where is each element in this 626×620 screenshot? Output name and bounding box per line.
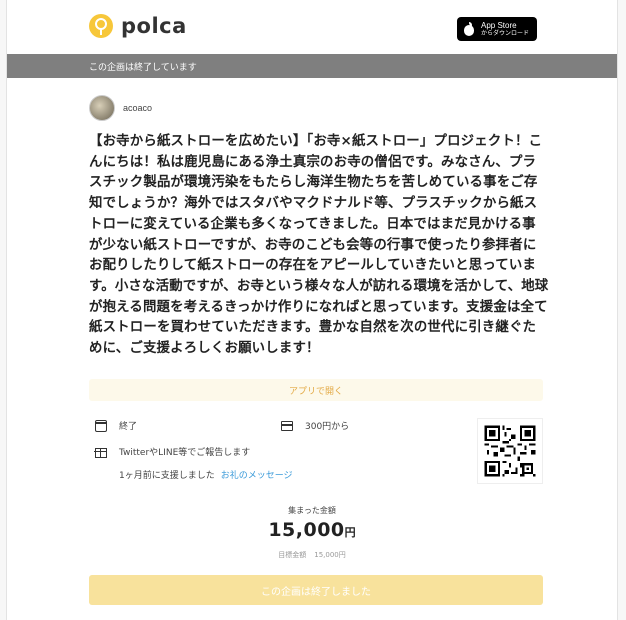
total-label: 集まった金額 xyxy=(288,506,336,515)
info-reward-text: TwitterやLINE等でご報告します xyxy=(119,448,251,458)
header: polca App Store からダウンロード xyxy=(7,0,617,54)
author[interactable]: acoaco xyxy=(89,95,152,121)
logo-text: polca xyxy=(121,14,187,38)
app-store-text: App Store からダウンロード xyxy=(481,20,530,37)
apple-icon xyxy=(463,22,475,36)
card-icon xyxy=(281,420,293,431)
project-ended-button[interactable]: この企画は終了しました xyxy=(89,575,543,605)
open-in-app-button[interactable]: アプリで開く xyxy=(89,379,543,401)
target-value: 15,000円 xyxy=(314,551,346,559)
qr-code xyxy=(477,418,543,484)
thank-you-message-link[interactable]: お礼のメッセージ xyxy=(221,468,293,481)
app-store-subtitle: からダウンロード xyxy=(481,30,530,37)
avatar[interactable] xyxy=(89,95,115,121)
total-amount-unit: 円 xyxy=(344,526,356,539)
info-reward: TwitterやLINE等でご報告します xyxy=(94,445,251,458)
page: polca App Store からダウンロード この企画は終了しています ac… xyxy=(6,0,618,620)
total-amount-number: 15,000 xyxy=(268,519,345,541)
support-time: 1ヶ月前に支援しました xyxy=(119,471,215,481)
target-label: 目標金額 xyxy=(278,551,307,559)
open-in-app-label: アプリで開く xyxy=(288,386,343,397)
project-description: 【お寺から紙ストローを広めたい】「お寺×紙ストロー」プロジェクト！こんにちは！私… xyxy=(89,134,549,357)
info-status: 終了 xyxy=(95,419,137,432)
support-row: 1ヶ月前に支援しました お礼のメッセージ xyxy=(119,468,293,481)
gift-icon xyxy=(94,447,107,458)
total-amount: 15,000円 xyxy=(7,519,617,541)
info-price-text: 300円から xyxy=(305,422,350,432)
calendar-icon xyxy=(95,419,107,432)
info-status-text: 終了 xyxy=(119,422,138,432)
status-bar: この企画は終了しています xyxy=(7,54,617,78)
app-store-title: App Store xyxy=(481,20,517,30)
status-bar-text: この企画は終了しています xyxy=(89,62,197,73)
polca-logo-icon xyxy=(89,14,113,38)
author-name[interactable]: acoaco xyxy=(123,103,152,113)
app-store-badge[interactable]: App Store からダウンロード xyxy=(457,17,537,41)
info-price: 300円から xyxy=(281,419,349,432)
project-ended-label: この企画は終了しました xyxy=(261,586,371,598)
target-row: 目標金額 15,000円 xyxy=(7,550,617,560)
logo[interactable]: polca xyxy=(89,14,187,38)
